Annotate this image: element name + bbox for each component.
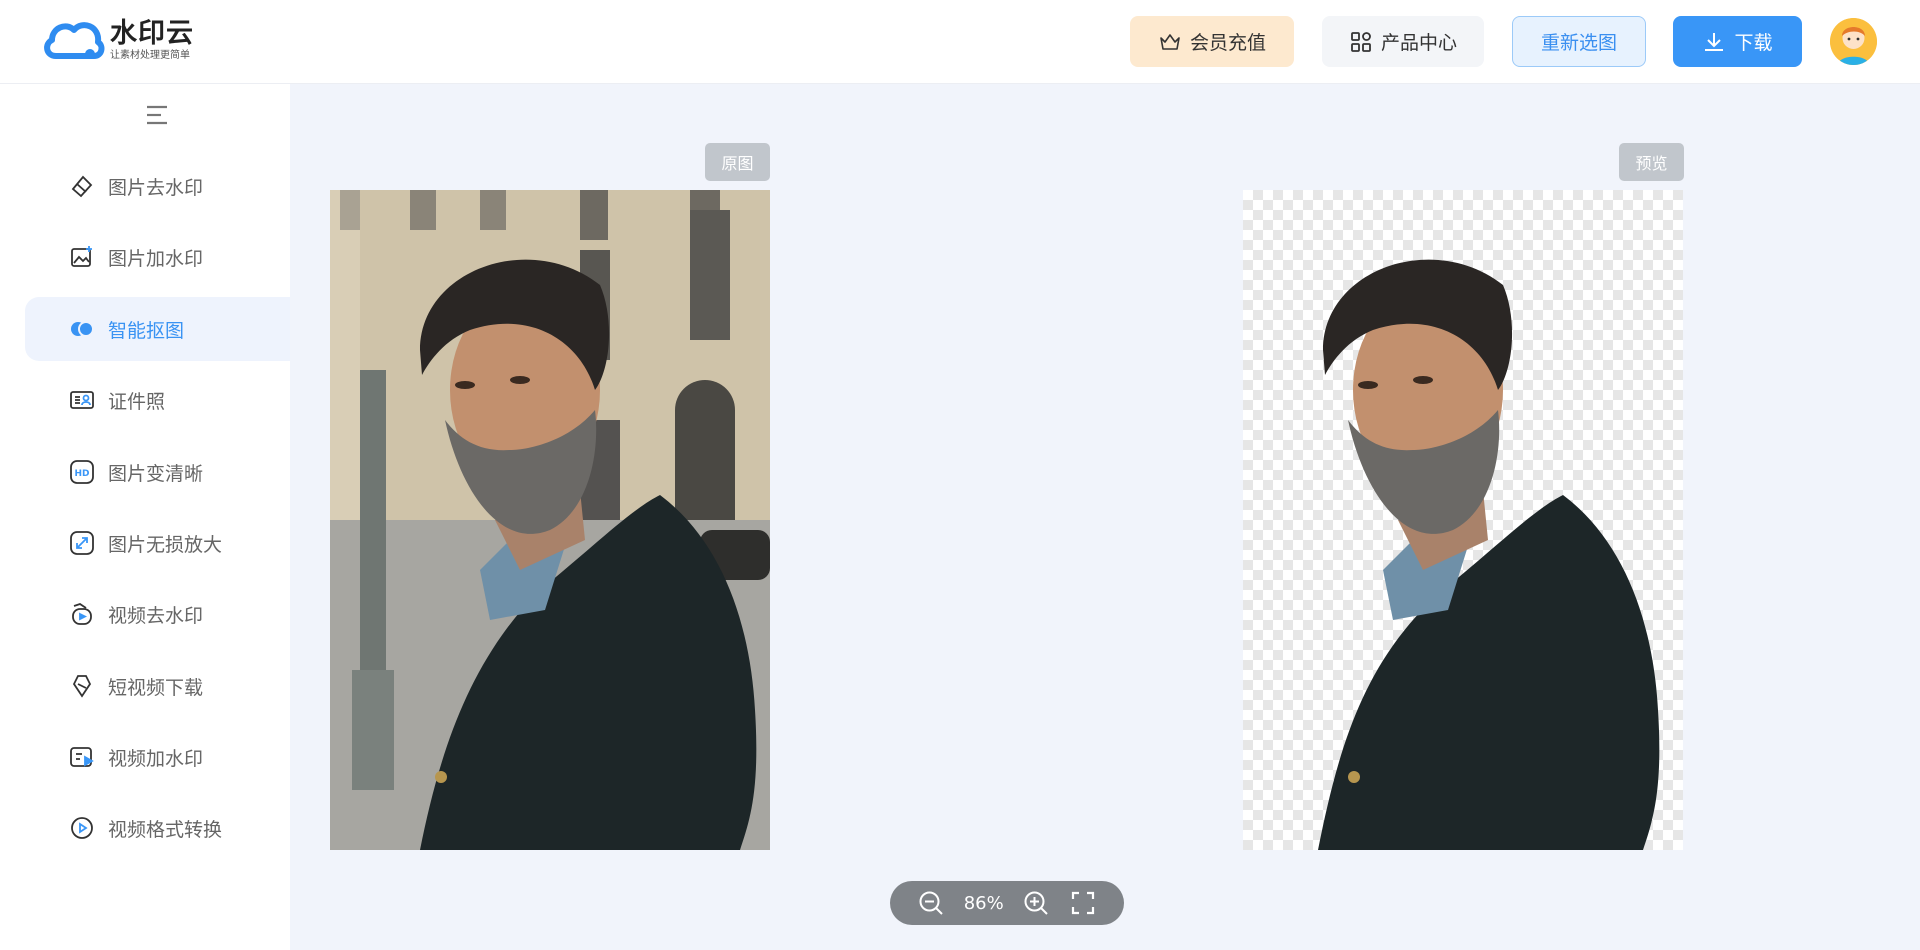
sidebar-item-label: 视频格式转换 [108, 818, 223, 841]
sidebar-item-label: 证件照 [108, 390, 166, 413]
video-add-icon [68, 743, 96, 771]
fullscreen-icon[interactable] [1069, 889, 1097, 917]
cloud-logo-icon [44, 22, 105, 59]
download-icon [1702, 30, 1726, 54]
hd-icon: HD [68, 458, 96, 486]
sidebar-item-label: 短视频下载 [108, 676, 204, 699]
download-button[interactable]: 下载 [1673, 16, 1802, 67]
sidebar-item-image-enhance[interactable]: HD 图片变清晰 [25, 440, 290, 504]
sidebar-item-image-remove-watermark[interactable]: 图片去水印 [25, 154, 290, 218]
play-circle-icon [68, 814, 96, 842]
sidebar: 图片去水印 图片加水印 智能抠图 证件照 HD 图片变清晰 图片无损放大 视频去… [0, 84, 290, 950]
product-center-label: 产品中心 [1380, 32, 1457, 54]
zoom-in-icon[interactable] [1022, 889, 1050, 917]
sidebar-item-label: 视频去水印 [108, 604, 204, 627]
zoom-toolbar: 86% [890, 881, 1124, 925]
product-center-button[interactable]: 产品中心 [1322, 16, 1484, 67]
top-header: 水印云 让素材处理更简单 会员充值 产品中心 重新选图 下载 [0, 0, 1920, 84]
cutout-icon [68, 315, 96, 343]
sidebar-item-label: 图片变清晰 [108, 462, 204, 485]
sidebar-item-smart-cutout[interactable]: 智能抠图 [25, 297, 290, 361]
logo-name: 水印云 [110, 18, 194, 49]
original-image-tag: 原图 [705, 143, 770, 181]
sidebar-item-label: 智能抠图 [108, 319, 185, 342]
svg-text:HD: HD [74, 469, 89, 479]
sidebar-item-video-format-convert[interactable]: 视频格式转换 [25, 796, 290, 860]
sidebar-item-label: 视频加水印 [108, 747, 204, 770]
video-eraser-icon [68, 600, 96, 628]
download-label: 下载 [1734, 32, 1773, 54]
menu-collapse-icon[interactable] [145, 104, 169, 126]
original-image [330, 190, 770, 850]
id-card-icon [68, 386, 96, 414]
logo[interactable]: 水印云 让素材处理更简单 [42, 16, 194, 66]
sidebar-item-label: 图片无损放大 [108, 533, 223, 556]
sidebar-item-label: 图片加水印 [108, 247, 204, 270]
zoom-level: 86% [963, 892, 1004, 914]
sidebar-item-id-photo[interactable]: 证件照 [25, 368, 290, 432]
preview-image [1243, 190, 1683, 850]
sidebar-item-image-upscale[interactable]: 图片无损放大 [25, 511, 290, 575]
link-icon [68, 672, 96, 700]
eraser-icon [68, 172, 96, 200]
sidebar-item-video-add-watermark[interactable]: 视频加水印 [25, 725, 290, 789]
sidebar-item-image-add-watermark[interactable]: 图片加水印 [25, 225, 290, 289]
zoom-out-icon[interactable] [917, 889, 945, 917]
sidebar-item-label: 图片去水印 [108, 176, 204, 199]
user-avatar[interactable] [1830, 18, 1877, 65]
sidebar-item-video-remove-watermark[interactable]: 视频去水印 [25, 582, 290, 646]
image-add-icon [68, 243, 96, 271]
logo-slogan: 让素材处理更简单 [110, 50, 190, 61]
grid-icon [1349, 30, 1373, 54]
reselect-image-button[interactable]: 重新选图 [1512, 16, 1646, 67]
preview-image-tag: 预览 [1619, 143, 1684, 181]
vip-recharge-button[interactable]: 会员充值 [1130, 16, 1294, 67]
vip-recharge-label: 会员充值 [1189, 32, 1266, 54]
crown-icon [1158, 30, 1182, 54]
sidebar-item-short-video-download[interactable]: 短视频下载 [25, 654, 290, 718]
enlarge-icon [68, 529, 96, 557]
